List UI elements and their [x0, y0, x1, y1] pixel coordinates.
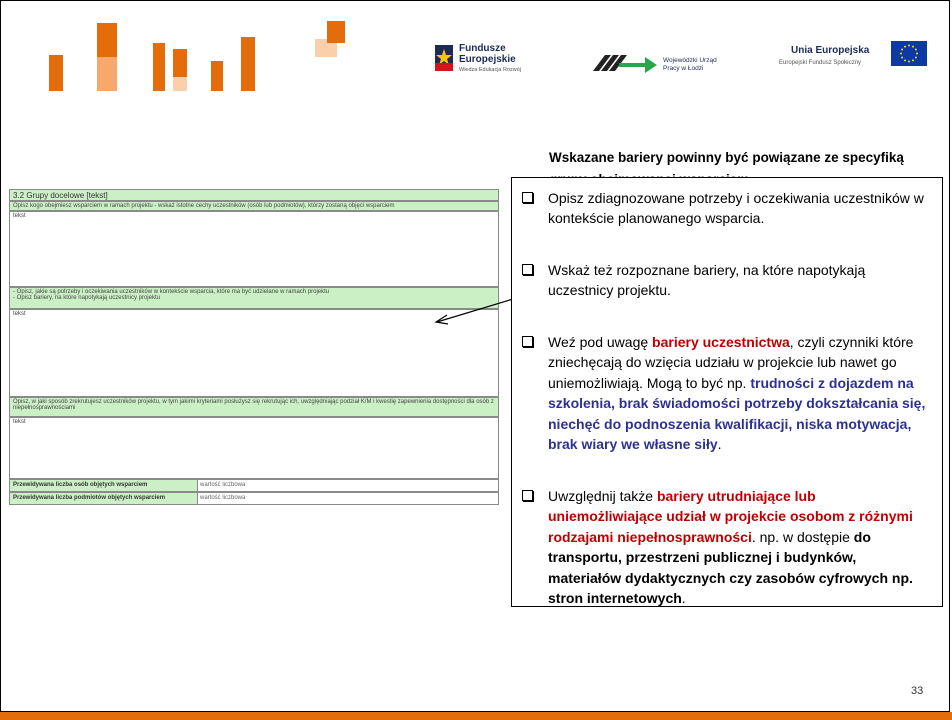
guidance-4-mid: . np. w dostępie: [751, 528, 854, 545]
form-row-entities-label: Przewidywana liczba podmiotów objętych w…: [10, 493, 198, 504]
application-form-excerpt: 3.2 Grupy docelowe [tekst] Opisz kogo ob…: [9, 189, 499, 519]
guidance-3-end: .: [717, 436, 722, 453]
form-answer-3: tekst: [9, 417, 499, 479]
page-number: 33: [911, 685, 924, 697]
eu-logo-title: Unia Europejska: [791, 45, 870, 56]
form-row-persons-label: Przewidywana liczba osób objętych wsparc…: [10, 480, 198, 491]
form-question-3: Opisz, w jaki sposób zrekrutujesz uczest…: [9, 397, 499, 417]
fe-logo-sub: Wiedza Edukacja Rozwój: [459, 67, 522, 73]
form-row-persons-value: wartość liczbowa: [200, 482, 246, 488]
wup-logo-line2: Pracy w Łodzi: [663, 65, 704, 72]
guidance-text-3: Weź pod uwagę bariery uczestnictwa, czyl…: [548, 332, 930, 454]
guidance-3-highlight: bariery uczestnictwa: [652, 334, 790, 350]
form-row-entities: Przewidywana liczba podmiotów objętych w…: [9, 492, 499, 505]
fe-star-icon: [435, 45, 453, 71]
guidance-4-pre: Uwzględnij także: [548, 488, 657, 504]
eu-flag-icon: [891, 41, 927, 66]
fe-logo-line1: Fundusze: [459, 43, 506, 54]
form-row-persons: Przewidywana liczba osób objętych wsparc…: [9, 479, 499, 492]
decorative-bars-graphic: [49, 21, 345, 91]
guidance-text-4: Uwzględnij także bariery utrudniające lu…: [548, 486, 930, 608]
pointer-arrow-icon: [434, 298, 514, 325]
wup-lodz-logo: Wojewódzki Urząd Pracy w Łodzi: [593, 49, 733, 79]
eu-logo-sub: Europejski Fundusz Społeczny: [779, 60, 862, 66]
unia-europejska-logo: Unia Europejska Europejski Fundusz Społe…: [779, 41, 929, 81]
guidance-item-2: Wskaż też rozpoznane bariery, na które n…: [522, 260, 930, 301]
checkbox-bullet-icon: [522, 490, 533, 501]
guidance-4-end: .: [681, 590, 686, 607]
checkbox-bullet-icon: [522, 264, 533, 275]
guidance-3-pre: Weź pod uwagę: [548, 334, 653, 350]
checkbox-bullet-icon: [522, 192, 533, 203]
guidance-text-1: Opisz zdiagnozowane potrzeby i oczekiwan…: [548, 190, 924, 227]
bottom-accent-bar: [0, 712, 952, 720]
checkbox-bullet-icon: [522, 336, 533, 347]
wup-logo-line1: Wojewódzki Urząd: [663, 57, 717, 64]
guidance-item-3: Weź pod uwagę bariery uczestnictwa, czyl…: [522, 332, 930, 454]
form-section-title: 3.2 Grupy docelowe [tekst]: [9, 189, 499, 201]
guidance-item-1: Opisz zdiagnozowane potrzeby i oczekiwan…: [522, 188, 930, 229]
guidance-box: Opisz zdiagnozowane potrzeby i oczekiwan…: [511, 177, 943, 607]
fundusze-europejskie-logo: Fundusze Europejskie Wiedza Edukacja Roz…: [433, 41, 553, 91]
fe-logo-line2: Europejskie: [459, 54, 516, 65]
guidance-item-4: Uwzględnij także bariery utrudniające lu…: [522, 486, 930, 608]
form-question-2b: - Opisz bariery, na które napotykają ucz…: [13, 295, 160, 301]
form-row-entities-value: wartość liczbowa: [200, 495, 246, 501]
form-answer-1: tekst: [9, 211, 499, 287]
guidance-text-2: Wskaż też rozpoznane bariery, na które n…: [548, 262, 866, 299]
slide: Fundusze Europejskie Wiedza Edukacja Roz…: [0, 0, 950, 712]
form-question-2: - Opisz, jakie są potrzeby i oczekiwania…: [9, 287, 499, 309]
form-question-1: Opisz kogo obejmiesz wsparciem w ramach …: [9, 201, 499, 211]
wup-arrow-icon: [593, 55, 657, 73]
form-answer-2: tekst: [9, 309, 499, 397]
